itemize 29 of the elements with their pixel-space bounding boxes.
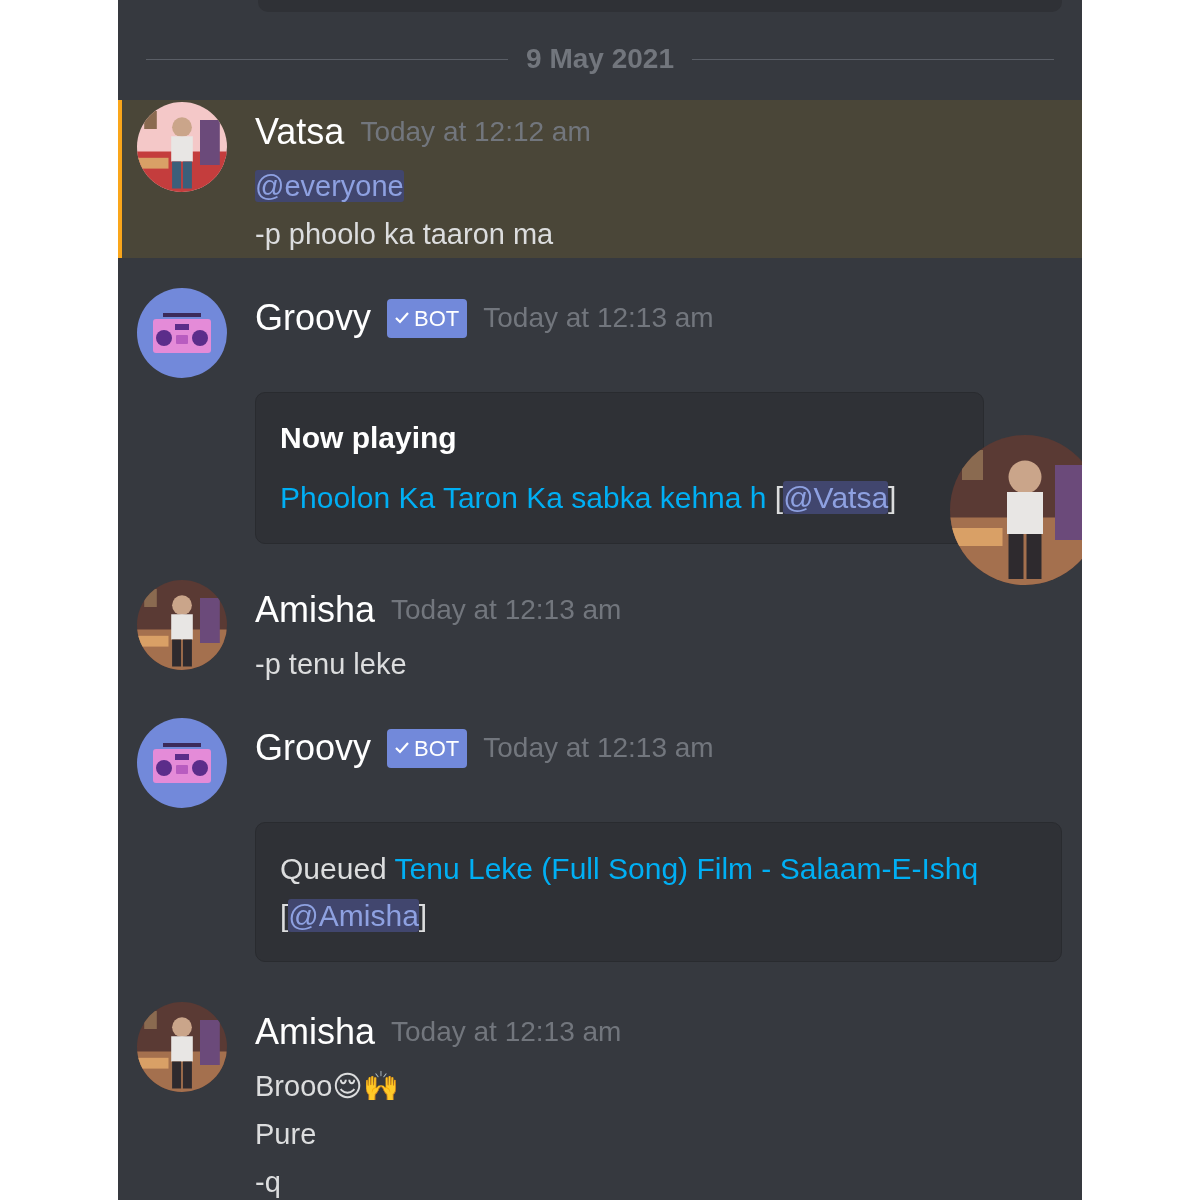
timestamp: Today at 12:13 am xyxy=(483,301,714,335)
timestamp: Today at 12:13 am xyxy=(391,593,622,627)
bot-tag: BOT xyxy=(387,298,468,338)
username[interactable]: Vatsa xyxy=(255,105,345,159)
message-text: Pure xyxy=(255,1117,318,1152)
user-mention[interactable]: @Amisha xyxy=(288,899,419,932)
user-mention[interactable]: @everyone xyxy=(255,170,404,202)
username[interactable]: Groovy xyxy=(255,721,372,775)
song-link[interactable]: Phoolon Ka Taron Ka sabka kehna h xyxy=(280,481,767,514)
message-text: Brooo😌🙌 xyxy=(255,1069,400,1104)
check-icon xyxy=(395,742,410,754)
embed-description: Queued Tenu Leke (Full Song) Film - Salaam-E-Ishq [@Amisha] xyxy=(280,851,980,934)
date-divider: 9 May 2021 xyxy=(526,42,674,76)
message-text: -p phoolo ka taaron ma xyxy=(255,217,555,252)
username[interactable]: Groovy xyxy=(255,291,372,345)
embed-title: Now playing xyxy=(280,420,458,456)
boombox-icon xyxy=(151,311,213,355)
timestamp: Today at 12:13 am xyxy=(483,731,714,765)
message-text: -p tenu leke xyxy=(255,647,408,682)
check-icon xyxy=(395,312,410,324)
boombox-icon xyxy=(151,741,213,785)
song-link[interactable]: Tenu Leke (Full Song) Film - Salaam-E-Ishq xyxy=(394,852,979,885)
username[interactable]: Amisha xyxy=(255,1005,376,1059)
username[interactable]: Amisha xyxy=(255,583,376,637)
user-mention[interactable]: @Vatsa xyxy=(783,481,889,514)
timestamp: Today at 12:13 am xyxy=(391,1015,622,1049)
bot-tag: BOT xyxy=(387,728,468,768)
message-text: -q xyxy=(255,1165,282,1200)
timestamp: Today at 12:12 am xyxy=(360,115,591,149)
